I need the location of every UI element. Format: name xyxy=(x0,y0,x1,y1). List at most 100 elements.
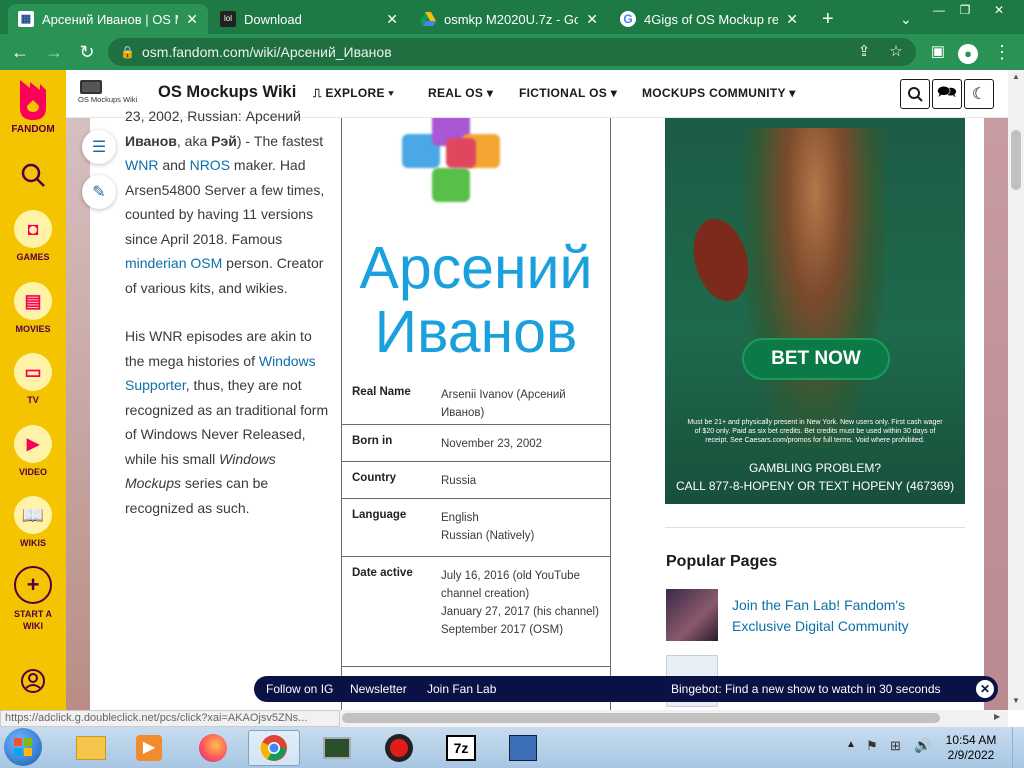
nav-real-os[interactable]: REAL OS ▾ xyxy=(428,86,493,100)
taskbar-explorer[interactable] xyxy=(66,730,116,766)
lock-icon: 🔒 xyxy=(120,45,135,59)
infobox-logo-text: Арсений Иванов xyxy=(342,236,610,364)
vertical-scrollbar[interactable]: ▲ ▼ xyxy=(1008,70,1024,710)
wiki-search-button[interactable] xyxy=(900,79,930,109)
text: CALL 877-8-HOPENY OR TEXT HOPENY (467369… xyxy=(675,479,955,493)
rail-label: GAMES xyxy=(16,252,50,262)
scroll-down-arrow-icon[interactable]: ▼ xyxy=(1010,696,1022,705)
link-minderian-osm[interactable]: minderian OSM xyxy=(125,255,222,271)
rail-movies[interactable]: ▤ MOVIES xyxy=(0,282,66,334)
close-tab-icon[interactable]: ✕ xyxy=(186,11,198,28)
scroll-right-arrow-icon[interactable]: ▶ xyxy=(994,712,1000,721)
google-icon: G xyxy=(620,11,636,27)
edit-button[interactable]: ✎ xyxy=(82,175,116,209)
forward-button[interactable]: → xyxy=(42,40,66,64)
nav-mockups-community[interactable]: MOCKUPS COMMUNITY ▾ xyxy=(642,86,796,100)
theme-toggle-button[interactable]: ☾ xyxy=(964,79,994,109)
bingebot-promo-link[interactable]: Bingebot: Find a new show to watch in 30… xyxy=(671,682,941,696)
tab-google-search[interactable]: G 4Gigs of OS Mockup reso ✕ xyxy=(610,4,808,34)
sports-betting-ad[interactable]: BET NOW Must be 21+ and physically prese… xyxy=(665,118,965,504)
page-favicon-icon: lol xyxy=(220,11,236,27)
rail-label: TV xyxy=(27,395,39,405)
infobox-key: Born in xyxy=(352,435,393,447)
rail-label: MOVIES xyxy=(15,324,51,334)
text: GAMBLING PROBLEM? xyxy=(748,461,882,475)
network-icon[interactable]: ⊞ xyxy=(890,738,901,754)
taskbar-7zip[interactable]: 7z xyxy=(436,730,486,766)
list-icon: ☰ xyxy=(91,139,107,156)
link-nros[interactable]: NROS xyxy=(190,157,230,173)
scrollbar-thumb[interactable] xyxy=(1011,130,1021,190)
close-bar-icon[interactable]: ✕ xyxy=(976,680,994,698)
rail-start-wiki[interactable]: + START A WIKI xyxy=(0,566,66,632)
text: Рэй xyxy=(211,132,237,149)
follow-on-ig-link[interactable]: Follow on IG xyxy=(266,682,333,696)
taskbar-paint[interactable] xyxy=(498,730,548,766)
infobox: Арсений Иванов Real Name Arsenii Ivanov … xyxy=(341,118,611,710)
back-button[interactable]: ← xyxy=(8,40,32,64)
popular-thumbnail-image[interactable] xyxy=(666,589,718,641)
new-tab-button[interactable]: + xyxy=(812,4,842,34)
taskbar-task-manager[interactable] xyxy=(312,730,362,766)
address-bar[interactable]: 🔒 osm.fandom.com/wiki/Арсений_Иванов ⇪ ☆ xyxy=(108,38,916,66)
reload-button[interactable]: ↻ xyxy=(75,40,99,64)
restore-button[interactable]: ❐ xyxy=(950,0,980,20)
close-window-button[interactable]: ✕ xyxy=(984,0,1014,20)
infobox-value: November 23, 2002 xyxy=(441,438,543,450)
close-tab-icon[interactable]: ✕ xyxy=(786,11,798,28)
taskbar-firefox[interactable] xyxy=(188,730,238,766)
nav-label: EXPLORE xyxy=(325,86,385,100)
link-wnr[interactable]: WNR xyxy=(125,157,158,173)
taskbar-recorder[interactable] xyxy=(374,730,424,766)
paint-icon xyxy=(509,735,537,761)
start-button[interactable] xyxy=(4,728,42,766)
infobox-key: Date active xyxy=(352,567,413,579)
scroll-up-arrow-icon[interactable]: ▲ xyxy=(1010,72,1022,81)
system-clock[interactable]: 10:54 AM 2/9/2022 xyxy=(936,733,1006,763)
rail-account[interactable] xyxy=(0,668,66,696)
share-icon[interactable]: ⇪ xyxy=(852,38,876,66)
rail-search[interactable] xyxy=(0,162,66,190)
newsletter-link[interactable]: Newsletter xyxy=(350,682,407,696)
horizontal-scrollbar[interactable]: ▶ xyxy=(340,710,1008,727)
taskbar-media-player[interactable]: ▶ xyxy=(124,730,174,766)
nav-explore[interactable]: ⎍ EXPLORE ▾ xyxy=(313,86,394,101)
action-center-flag-icon[interactable]: ⚑ xyxy=(866,738,878,754)
rail-video[interactable]: ▶ VIDEO xyxy=(0,425,66,477)
text: 23, 2002, Russian: Арсений xyxy=(125,108,301,124)
discussions-button[interactable]: 🗪 xyxy=(932,79,962,109)
close-tab-icon[interactable]: ✕ xyxy=(386,11,398,28)
tab-search-chevron-icon[interactable]: ⌄ xyxy=(890,4,920,34)
divider xyxy=(665,527,965,528)
table-of-contents-button[interactable]: ☰ xyxy=(82,130,116,164)
show-desktop-button[interactable] xyxy=(1012,727,1024,768)
nav-fictional-os[interactable]: FICTIONAL OS ▾ xyxy=(519,86,617,100)
tab-google-drive[interactable]: osmkp M2020U.7z - Goo ✕ xyxy=(410,4,608,34)
ad-figure-image xyxy=(745,128,885,448)
bookmark-star-icon[interactable]: ☆ xyxy=(884,38,908,66)
volume-icon[interactable]: 🔊 xyxy=(914,737,931,754)
fandom-logo[interactable]: FANDOM xyxy=(0,78,66,135)
menu-kebab-icon[interactable]: ⋮ xyxy=(990,40,1014,64)
show-hidden-icons-icon[interactable]: ▲ xyxy=(846,739,856,750)
wiki-name[interactable]: OS Mockups Wiki xyxy=(158,83,296,102)
text: Иванов xyxy=(374,299,578,365)
profile-icon[interactable]: ● xyxy=(956,40,980,64)
bet-now-button[interactable]: BET NOW xyxy=(742,338,890,380)
close-tab-icon[interactable]: ✕ xyxy=(586,11,598,28)
popular-page-link[interactable]: Join the Fan Lab! Fandom's Exclusive Dig… xyxy=(732,595,942,637)
caret-down-icon: ▾ xyxy=(388,86,394,100)
rail-wikis[interactable]: 📖 WIKIS xyxy=(0,496,66,548)
tab-download[interactable]: lol Download ✕ xyxy=(210,4,408,34)
taskbar-chrome[interactable] xyxy=(248,730,300,766)
join-fan-lab-link[interactable]: Join Fan Lab xyxy=(427,682,496,696)
side-panel-icon[interactable]: ▣ xyxy=(926,40,950,64)
infobox-row-born: Born in November 23, 2002 xyxy=(342,424,610,461)
article-paragraph: 23, 2002, Russian: Арсений Иванов, aka Р… xyxy=(125,104,330,300)
tv-icon: ▭ xyxy=(14,353,52,391)
tab-arseniy[interactable]: ▦ Арсений Иванов | OS Mo ✕ xyxy=(8,4,208,34)
rail-tv[interactable]: ▭ TV xyxy=(0,353,66,405)
rail-games[interactable]: ◘ GAMES xyxy=(0,210,66,262)
scrollbar-thumb[interactable] xyxy=(342,713,940,723)
folder-icon xyxy=(76,736,106,760)
